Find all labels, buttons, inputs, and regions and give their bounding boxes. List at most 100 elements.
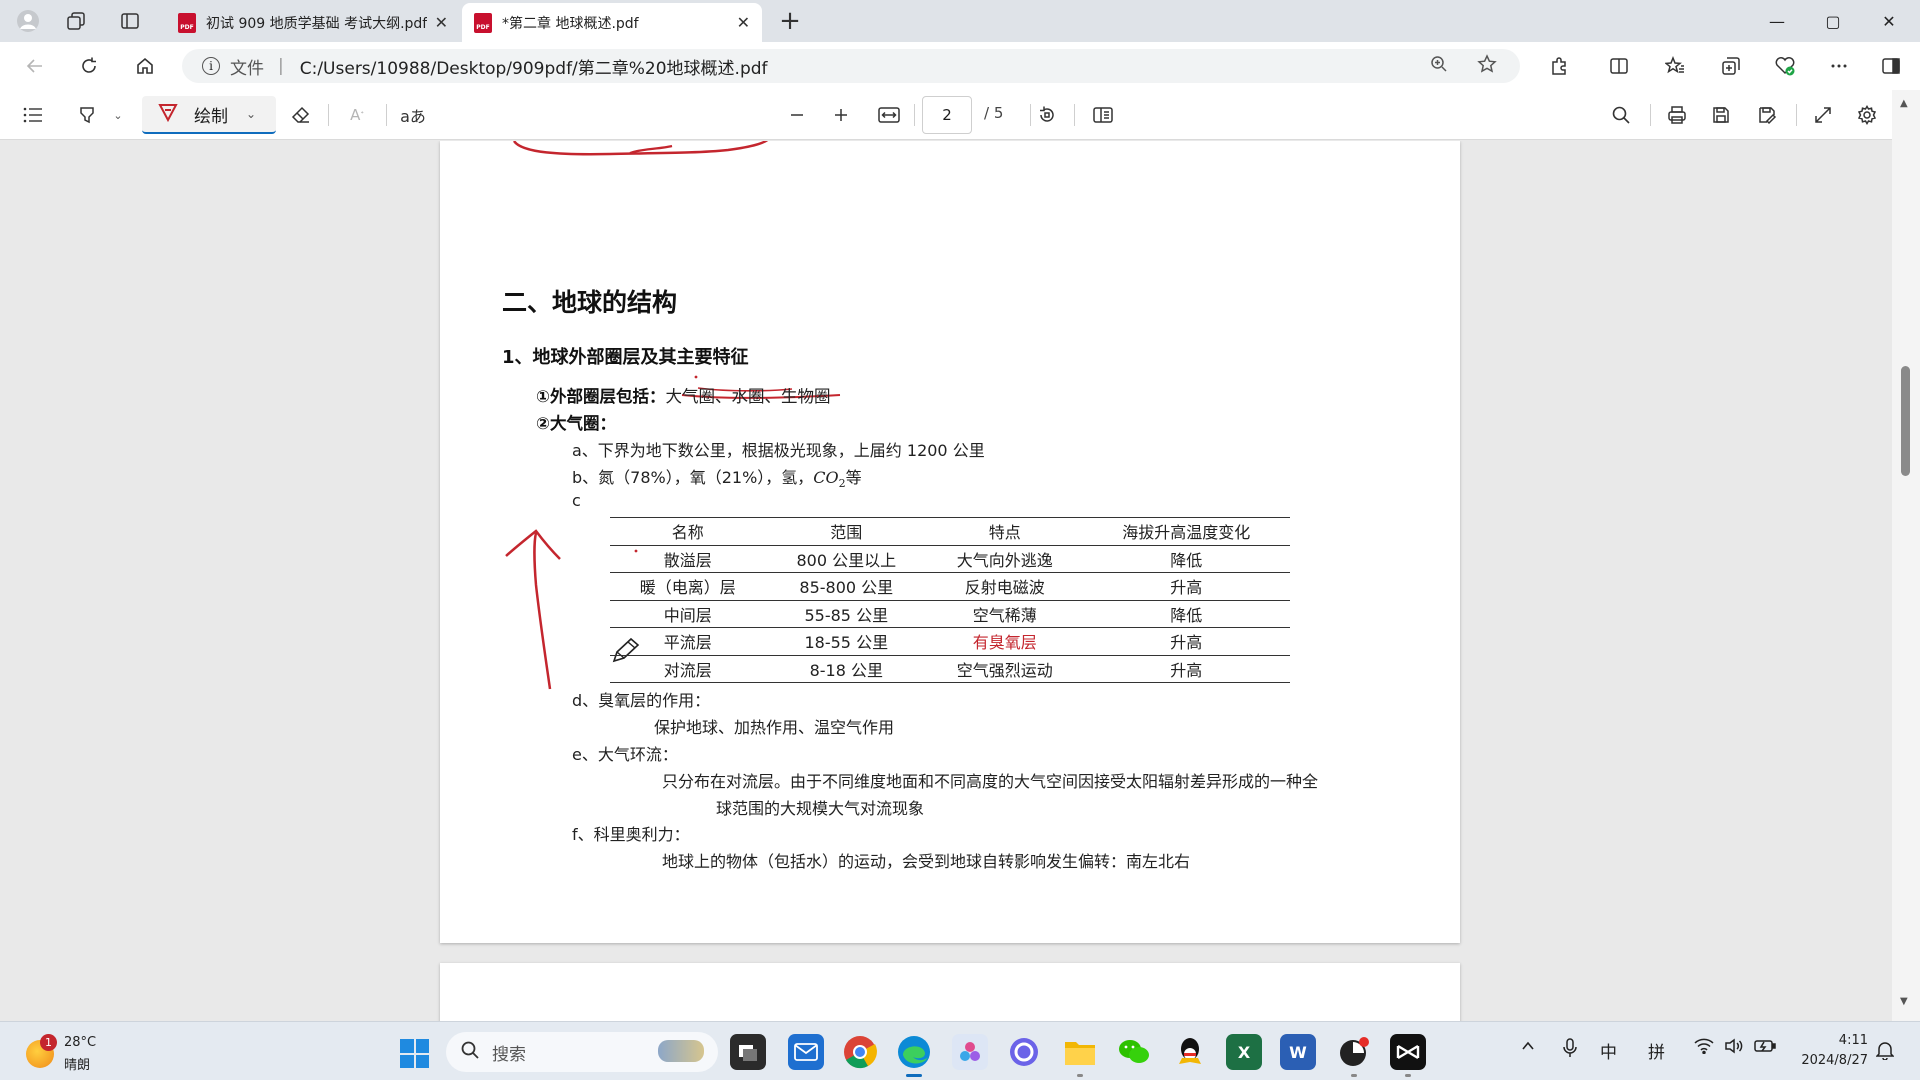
fit-width-icon[interactable] (874, 100, 904, 130)
draw-chevron-down-icon[interactable]: ⌄ (246, 107, 256, 121)
scroll-down-icon[interactable]: ▼ (1900, 996, 1908, 1007)
search-placeholder: 搜索 (492, 1044, 526, 1065)
pdf-viewer[interactable]: 二、地球的结构 1、地球外部圈层及其主要特征 ①外部圈层包括：大气圈、水圈、生物… (0, 141, 1920, 1021)
show-hidden-icons[interactable] (1520, 1038, 1536, 1059)
capcut-icon[interactable] (1390, 1034, 1426, 1077)
zoom-icon[interactable] (1424, 55, 1454, 78)
workspaces-icon[interactable] (62, 7, 90, 35)
table-cell: 反射电磁波 (927, 572, 1083, 601)
scrollbar-thumb[interactable] (1901, 366, 1910, 476)
collections-icon[interactable] (1716, 51, 1746, 81)
clock-time: 4:11 (1838, 1033, 1868, 1048)
chrome-icon[interactable] (842, 1034, 878, 1070)
eraser-icon[interactable] (286, 100, 316, 130)
toolbar-divider (914, 104, 915, 126)
table-cell: 降低 (1082, 545, 1290, 573)
close-icon[interactable]: ✕ (435, 13, 448, 32)
wifi-icon[interactable] (1694, 1038, 1714, 1059)
zoom-out-icon[interactable] (782, 100, 812, 130)
ime-language[interactable]: 中 (1600, 1038, 1617, 1063)
edge-icon[interactable] (896, 1034, 932, 1077)
tab-syllabus[interactable]: PDF 初试 909 地质学基础 考试大纲.pdf ✕ (166, 3, 460, 42)
scroll-up-icon[interactable]: ▲ (1900, 98, 1908, 109)
atmosphere-layers-table: 名称 范围 特点 海拔升高温度变化 散溢层 800 公里以上 大气向外逃逸 降低… (610, 517, 1290, 683)
back-icon[interactable] (20, 51, 50, 81)
info-icon[interactable]: i (202, 57, 220, 75)
table-row: 中间层 55-85 公里 空气稀薄 降低 (610, 600, 1290, 628)
highlight-chevron-down-icon[interactable]: ⌄ (110, 100, 126, 130)
volume-icon[interactable] (1724, 1038, 1744, 1059)
table-cell-highlighted: 有臭氧层 (927, 627, 1083, 656)
notifications-bell-icon[interactable] (1875, 1040, 1896, 1061)
read-aloud-icon[interactable]: aあ (398, 100, 428, 130)
table-cell: 18-55 公里 (765, 627, 927, 656)
system-clock[interactable]: 4:11 2024/8/27 (1796, 1031, 1868, 1071)
save-as-icon[interactable] (1752, 100, 1782, 130)
close-icon[interactable]: ✕ (737, 13, 750, 32)
refresh-icon[interactable] (74, 51, 104, 81)
ime-mode[interactable]: 拼 (1648, 1038, 1665, 1063)
extensions-icon[interactable] (1544, 51, 1574, 81)
table-cell: 8-18 公里 (765, 655, 927, 683)
table-cell: 升高 (1082, 572, 1290, 601)
circle-app-icon[interactable] (1006, 1034, 1042, 1070)
tab-actions-icon[interactable] (116, 7, 144, 35)
start-windows-icon[interactable] (400, 1039, 429, 1068)
recorder-app-icon[interactable] (1336, 1034, 1372, 1077)
zoom-in-icon[interactable] (826, 100, 856, 130)
excel-icon[interactable]: X (1226, 1034, 1262, 1070)
wechat-icon[interactable] (1116, 1034, 1152, 1070)
toolbar-divider (1030, 104, 1031, 126)
tab-title: 初试 909 地质学基础 考试大纲.pdf (206, 15, 427, 32)
table-cell: 散溢层 (610, 545, 766, 573)
contents-icon[interactable] (18, 100, 48, 130)
pdf-page-next (440, 963, 1460, 1021)
microphone-icon[interactable] (1562, 1038, 1578, 1063)
rotate-icon[interactable] (1032, 100, 1062, 130)
table-cell: 85-800 公里 (765, 572, 927, 601)
favorites-icon[interactable] (1660, 51, 1690, 81)
word-icon[interactable]: W (1280, 1034, 1316, 1070)
tab-chapter2[interactable]: PDF *第二章 地球概述.pdf ✕ (462, 3, 762, 42)
highlight-icon[interactable] (72, 100, 102, 130)
sidebar-toggle-icon[interactable] (1876, 51, 1906, 81)
file-explorer-icon[interactable] (1062, 1034, 1098, 1077)
qq-icon[interactable] (1172, 1034, 1208, 1070)
favorite-star-icon[interactable] (1472, 53, 1502, 79)
battery-icon[interactable] (1754, 1038, 1776, 1058)
task-view-icon[interactable] (730, 1034, 766, 1070)
draw-button[interactable]: 绘制 ⌄ (142, 96, 276, 134)
co2-formula: CO2 (813, 468, 846, 491)
notification-badge: 1 (40, 1034, 57, 1051)
profile-icon[interactable] (14, 7, 42, 35)
find-icon[interactable] (1606, 100, 1636, 130)
line-b-suffix: 等 (845, 468, 862, 487)
table-row: 暖（电离）层 85-800 公里 反射电磁波 升高 (610, 572, 1290, 601)
restore-button[interactable]: ▢ (1810, 6, 1856, 36)
page-number-input[interactable]: 2 (922, 96, 972, 134)
vertical-scrollbar[interactable]: ▲ ▼ (1892, 90, 1920, 1021)
new-tab-button[interactable]: + (776, 8, 804, 36)
settings-gear-icon[interactable] (1852, 100, 1882, 130)
save-icon[interactable] (1706, 100, 1736, 130)
split-screen-icon[interactable] (1604, 51, 1634, 81)
taskbar-search[interactable]: 搜索 (446, 1032, 718, 1072)
browser-essentials-icon[interactable] (1770, 51, 1800, 81)
pdf-file-icon: PDF (178, 12, 196, 33)
mail-icon[interactable] (788, 1034, 824, 1070)
copilot-app-icon[interactable] (952, 1034, 988, 1070)
page-view-icon[interactable] (1088, 100, 1118, 130)
page-total: / 5 (984, 104, 1004, 122)
table-cell: 暖（电离）层 (610, 572, 766, 601)
more-options-icon[interactable] (1824, 51, 1854, 81)
address-bar[interactable]: i 文件 | C:/Users/10988/Desktop/909pdf/第二章… (182, 49, 1520, 83)
weather-temperature: 28°C (64, 1035, 97, 1050)
weather-widget[interactable]: 1 28°C 晴朗 (26, 1030, 116, 1074)
window-close-button[interactable]: ✕ (1866, 6, 1912, 36)
weather-condition: 晴朗 (64, 1058, 91, 1073)
fullscreen-icon[interactable] (1808, 100, 1838, 130)
home-icon[interactable] (130, 51, 160, 81)
print-icon[interactable] (1662, 100, 1692, 130)
minimize-button[interactable]: — (1754, 6, 1800, 36)
url-text[interactable]: C:/Users/10988/Desktop/909pdf/第二章%20地球概述… (300, 54, 1424, 79)
